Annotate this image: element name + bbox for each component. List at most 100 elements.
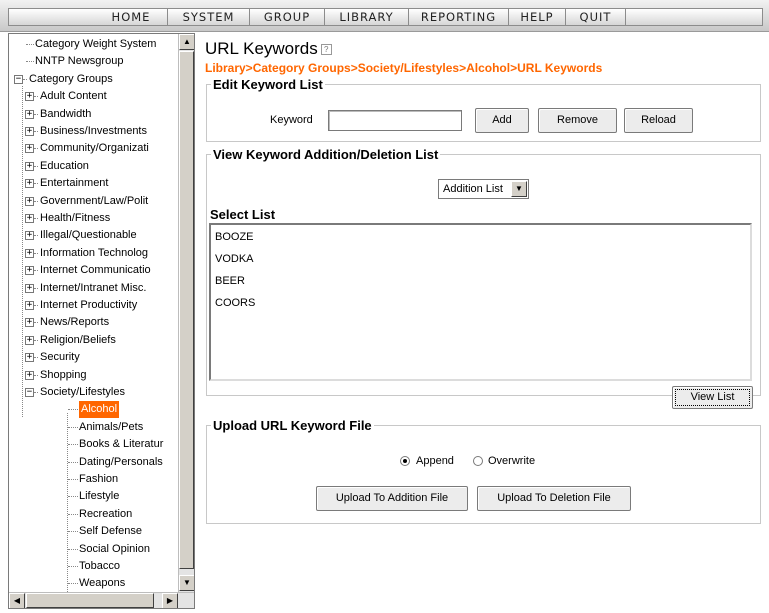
tree-item[interactable]: Dating/Personals — [9, 454, 179, 471]
expand-icon[interactable]: + — [25, 231, 34, 241]
list-item[interactable]: VODKA — [215, 253, 254, 265]
tree-item-category-groups[interactable]: − Category Groups — [9, 71, 179, 88]
expand-icon[interactable]: + — [25, 109, 34, 119]
collapse-icon[interactable]: − — [25, 388, 34, 397]
tree-item[interactable]: + Religion/Beliefs — [9, 332, 179, 349]
tree-item[interactable]: + Education — [9, 158, 179, 175]
collapse-icon[interactable]: − — [14, 74, 23, 84]
menu-home[interactable]: HOME — [95, 8, 168, 26]
tree-item-label: Community/Organizati — [40, 142, 149, 155]
tree-item[interactable]: + Internet/Intranet Misc. — [9, 280, 179, 297]
expand-icon[interactable]: + — [25, 318, 34, 328]
upload-deletion-button[interactable]: Upload To Deletion File — [477, 486, 631, 511]
remove-button[interactable]: Remove — [538, 108, 617, 133]
edit-keyword-legend: Edit Keyword List — [213, 77, 323, 92]
tree-item[interactable]: + Business/Investments — [9, 123, 179, 140]
expand-icon[interactable]: + — [25, 127, 34, 136]
chevron-down-icon[interactable]: ▼ — [511, 181, 527, 197]
expand-icon[interactable]: + — [25, 335, 34, 345]
expand-icon[interactable]: + — [25, 179, 34, 189]
select-list-box[interactable]: BOOZE VODKA BEER COORS — [209, 223, 752, 381]
tree-item-label: Health/Fitness — [40, 212, 111, 224]
tree-item[interactable]: Weapons — [9, 575, 179, 592]
tree-item[interactable]: Lifestyle — [9, 488, 179, 505]
tree-item[interactable]: + Information Technolog — [9, 245, 179, 262]
view-list-button[interactable]: View List — [672, 386, 753, 409]
tree-item[interactable]: + Internet Productivity — [9, 297, 179, 314]
expand-icon[interactable]: + — [25, 144, 34, 154]
tree-item[interactable]: + Shopping — [9, 367, 179, 384]
tree-item[interactable]: + Health/Fitness — [9, 210, 179, 227]
tree-item[interactable]: NNTP Newsgroup — [9, 53, 179, 70]
append-radio[interactable] — [400, 456, 410, 466]
reload-button[interactable]: Reload — [624, 108, 693, 133]
overwrite-radio[interactable] — [473, 456, 483, 466]
list-type-select[interactable]: Addition List ▼ — [438, 179, 529, 199]
tree-connector — [34, 322, 38, 324]
list-item[interactable]: BOOZE — [215, 231, 254, 243]
menu-system[interactable]: SYSTEM — [168, 8, 250, 26]
tree-connector — [34, 148, 38, 150]
add-button[interactable]: Add — [475, 108, 529, 133]
tree-item[interactable]: + Illegal/Questionable — [9, 227, 179, 244]
expand-icon[interactable]: + — [25, 283, 34, 293]
tree-connector — [68, 548, 78, 550]
expand-icon[interactable]: + — [25, 161, 34, 171]
keyword-label: Keyword — [270, 114, 313, 126]
menu-reporting[interactable]: REPORTING — [409, 8, 509, 26]
expand-icon[interactable]: + — [25, 266, 34, 276]
tree-item-label: Illegal/Questionable — [40, 229, 137, 242]
tree-connector — [34, 357, 38, 359]
tree-item[interactable]: Books & Literatur — [9, 436, 179, 453]
tree-item[interactable]: + Entertainment — [9, 175, 179, 192]
tree-item[interactable]: + Community/Organizati — [9, 140, 179, 157]
tree-item[interactable]: Alcohol — [9, 401, 179, 419]
expand-icon[interactable]: + — [25, 301, 34, 310]
tree-item[interactable]: Social Opinion — [9, 541, 179, 558]
tree-item[interactable]: + Internet Communicatio — [9, 262, 179, 279]
menu-group[interactable]: GROUP — [250, 8, 325, 26]
tree-connector — [34, 235, 38, 237]
tree-vertical-scrollbar[interactable]: ▲ ▼ — [178, 34, 194, 592]
scroll-up-icon[interactable]: ▲ — [179, 34, 194, 50]
tree-connector — [34, 305, 38, 306]
expand-icon[interactable]: + — [25, 92, 34, 102]
menu-library[interactable]: LIBRARY — [325, 8, 409, 26]
list-item[interactable]: COORS — [215, 297, 255, 309]
tree-item[interactable]: + Government/Law/Polit — [9, 193, 179, 210]
expand-icon[interactable]: + — [25, 353, 34, 363]
tree-item[interactable]: Tobacco — [9, 558, 179, 575]
tree-item-society-lifestyles[interactable]: − Society/Lifestyles — [9, 384, 179, 401]
scroll-down-icon[interactable]: ▼ — [179, 575, 194, 591]
tree-item[interactable]: + Security — [9, 349, 179, 366]
scroll-thumb[interactable] — [179, 51, 194, 569]
tree-item[interactable]: Recreation — [9, 506, 179, 523]
tree-connector — [68, 513, 78, 515]
tree-item[interactable]: Animals/Pets — [9, 419, 179, 436]
tree-item-label: Adult Content — [40, 90, 107, 103]
tree-item-label: Entertainment — [40, 177, 109, 190]
tree-connector — [34, 113, 38, 115]
scroll-h-thumb[interactable] — [26, 593, 154, 608]
breadcrumb: Library>Category Groups>Society/Lifestyl… — [205, 61, 603, 75]
expand-icon[interactable]: + — [25, 196, 34, 206]
menu-quit[interactable]: QUIT — [566, 8, 626, 26]
list-item[interactable]: BEER — [215, 275, 245, 287]
help-icon[interactable]: ? — [320, 44, 332, 56]
tree-item[interactable]: + News/Reports — [9, 314, 179, 331]
expand-icon[interactable]: + — [25, 214, 34, 223]
upload-addition-button[interactable]: Upload To Addition File — [316, 486, 468, 511]
tree-item[interactable]: + Bandwidth — [9, 106, 179, 123]
tree-item[interactable]: Self Defense — [9, 523, 179, 540]
tree-item[interactable]: + Adult Content — [9, 88, 179, 105]
scroll-left-icon[interactable]: ◀ — [9, 593, 25, 608]
tree-item[interactable]: Category Weight System — [9, 36, 179, 53]
menu-help[interactable]: HELP — [509, 8, 566, 26]
keyword-input[interactable] — [328, 110, 462, 131]
expand-icon[interactable]: + — [25, 370, 34, 380]
tree-horizontal-scrollbar[interactable]: ◀ ▶ — [9, 592, 194, 608]
tree-item[interactable]: Fashion — [9, 471, 179, 488]
tree-item-label: Society/Lifestyles — [40, 386, 125, 398]
expand-icon[interactable]: + — [25, 248, 34, 258]
scroll-right-icon[interactable]: ▶ — [162, 593, 178, 608]
